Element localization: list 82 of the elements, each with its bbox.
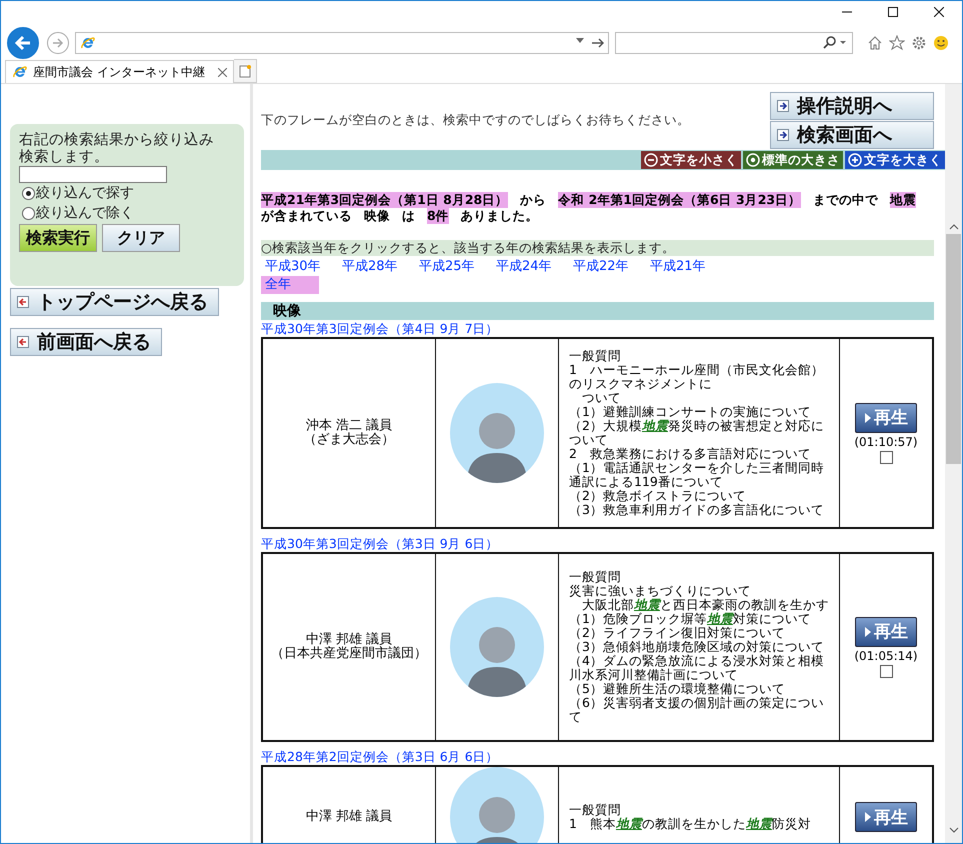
loading-notice: 下のフレームが空白のときは、検索中ですのでしばらくお待ちください。 — [261, 112, 690, 129]
radio-option[interactable]: 絞り込んで探す — [19, 183, 235, 203]
play-icon — [864, 811, 872, 823]
select-checkbox[interactable] — [880, 450, 892, 464]
play-button[interactable]: 再生 — [855, 616, 917, 646]
plus-circle-icon — [848, 153, 862, 167]
go-arrow-icon[interactable] — [592, 38, 604, 48]
left-arrow-icon — [17, 296, 29, 308]
font-size-button[interactable]: 標準の大きさ — [743, 151, 843, 169]
left-arrow-icon — [14, 34, 32, 52]
session-link[interactable]: 平成28年第2回定例会（第3日 6月 6日） — [261, 748, 934, 765]
filter-input[interactable] — [19, 166, 167, 183]
close-icon — [934, 7, 944, 17]
summary-text: が含まれている — [261, 208, 352, 224]
maximize-icon — [888, 7, 898, 17]
play-icon — [864, 412, 872, 424]
right-arrow-icon — [777, 129, 789, 141]
right-arrow-icon — [777, 100, 789, 112]
session-link[interactable]: 平成30年第3回定例会（第3日 9月 6日） — [261, 535, 934, 552]
new-tab-button[interactable] — [234, 59, 257, 83]
summary-text: は — [402, 208, 415, 224]
search-button[interactable]: 検索実行 — [19, 224, 97, 252]
year-hint-text: ○検索該当年をクリックすると、該当する年の検索結果を表示します。 — [261, 240, 934, 256]
duration-text: (01:10:57) — [854, 434, 918, 448]
session-link[interactable]: 平成30年第3回定例会（第4日 9月 7日） — [261, 320, 934, 337]
summary-text: 8件 — [427, 208, 449, 224]
search-icon — [822, 36, 848, 50]
star-icon[interactable] — [889, 35, 905, 51]
ie-logo-icon — [80, 35, 96, 51]
summary-text: 平成21年第3回定例会（第1日 8月28日） — [261, 192, 508, 208]
ie-logo-icon — [12, 64, 28, 80]
year-link[interactable]: 平成28年 — [338, 258, 415, 276]
section-heading: 映像 — [261, 302, 934, 320]
question-list: 一般質問 1 ハーモニーホール座間（市民文化会館）のリスクマネジメントに ついて （1）避難訓練コンサートの実施について （2）大規模地震発災時の被害想定と対応について 2 救急業務における多言語対応について （1）電話通訳センターを介した三者間同時通訳による119番について （2）救急ボイストラについて （3）救急車利用ガイドの多言語化について — [559, 339, 839, 527]
scroll-up-icon[interactable] — [948, 224, 958, 230]
new-page-icon — [238, 64, 252, 78]
summary-text: までの中で — [813, 192, 878, 208]
settings-icon[interactable] — [911, 35, 927, 51]
play-button[interactable]: 再生 — [855, 802, 917, 832]
summary-text: から — [520, 192, 546, 208]
duration-text: (01:05:14) — [854, 648, 918, 662]
radio-option[interactable]: 絞り込んで除く — [19, 203, 235, 223]
year-link[interactable]: 平成24年 — [492, 258, 569, 276]
year-link[interactable]: 全年 — [261, 276, 319, 294]
scroll-down-icon[interactable] — [948, 827, 958, 833]
browser-tab[interactable]: 座間市議会 インターネット中継 — [5, 60, 234, 83]
play-button[interactable]: 再生 — [855, 402, 917, 432]
play-icon — [864, 626, 872, 638]
nav-link-button[interactable]: 検索画面へ — [770, 121, 934, 149]
year-link[interactable]: 平成30年 — [261, 258, 338, 276]
speaker-name: 中澤 邦雄 議員 （日本共産党座間市議団） — [270, 633, 428, 661]
nav-link-button[interactable]: 操作説明へ — [770, 92, 934, 120]
font-size-button[interactable]: 文字を大きく — [845, 151, 945, 169]
year-link[interactable]: 平成25年 — [415, 258, 492, 276]
filter-intro-text: 右記の検索結果から絞り込み検索します。 — [19, 132, 215, 166]
right-arrow-icon — [52, 37, 64, 49]
year-link[interactable]: 平成21年 — [646, 258, 723, 276]
forward-button[interactable] — [47, 32, 69, 54]
speaker-name: 沖本 浩二 議員 （ざま大志会） — [302, 419, 396, 447]
clear-button[interactable]: クリア — [102, 224, 180, 252]
summary-text: 地震 — [890, 192, 916, 208]
dot-circle-icon — [746, 153, 760, 167]
question-list: 一般質問 1 熊本地震の教訓を生かした地震防災対 — [559, 767, 839, 843]
back-link-button[interactable]: トップページへ戻る — [10, 288, 219, 316]
summary-text: 映像 — [364, 208, 390, 224]
close-icon[interactable] — [218, 68, 227, 76]
search-field[interactable] — [615, 32, 853, 54]
speaker-name: 中澤 邦雄 議員 — [304, 810, 394, 824]
summary-text: ありました。 — [460, 208, 539, 224]
smiley-icon[interactable] — [933, 35, 949, 51]
minus-circle-icon — [644, 153, 658, 167]
year-link[interactable]: 平成22年 — [569, 258, 646, 276]
left-arrow-icon — [17, 336, 29, 348]
dropdown-caret-icon[interactable] — [576, 38, 584, 43]
address-field[interactable] — [75, 32, 609, 54]
scrollbar-thumb[interactable] — [946, 234, 961, 464]
back-link-button[interactable]: 前画面へ戻る — [10, 328, 162, 356]
summary-text: 令和 2年第1回定例会（第6日 3月23日） — [558, 192, 802, 208]
font-size-button[interactable]: 文字を小さく — [641, 151, 741, 169]
home-icon[interactable] — [867, 35, 883, 51]
select-checkbox[interactable] — [880, 664, 892, 678]
question-list: 一般質問 災害に強いまちづくりについて 大阪北部地震と西日本豪雨の教訓を生かす （1）危険ブロック塀等地震対策について （2）ライフライン復旧対策について （3）急傾斜地崩壊危険区域の対策について （4）ダムの緊急放流による浸水対策と相模川水系河川整備計画について （5）避難所生活の環境整備について （6）災害弱者支援の個別計画の策定について — [559, 554, 839, 740]
